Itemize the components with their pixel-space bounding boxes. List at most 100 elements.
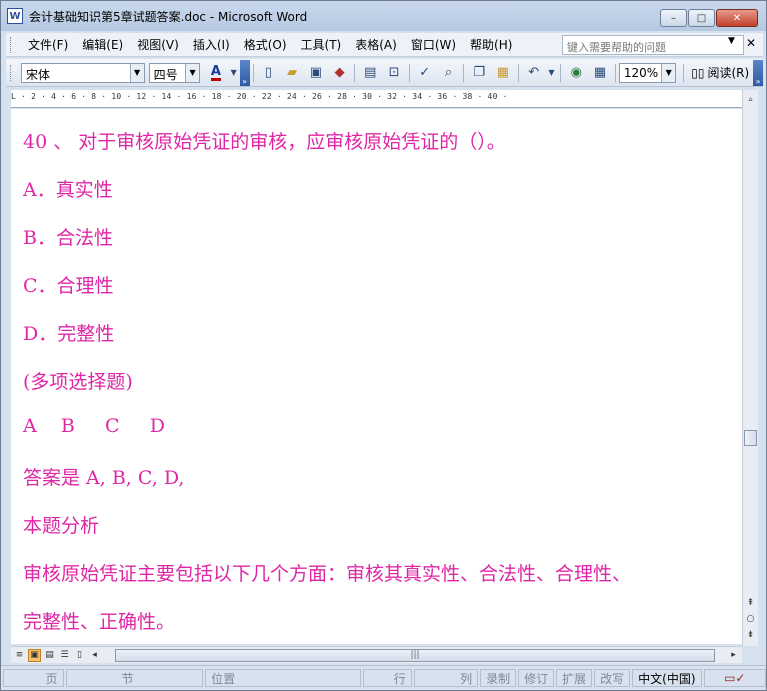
document-page[interactable]: 40 、 对于审核原始凭证的审核，应审核原始凭证的（）。 A．真实性 B．合法性… bbox=[11, 109, 742, 644]
normal-view-icon[interactable]: ≡ bbox=[13, 649, 26, 662]
status-overtype[interactable]: 改写 bbox=[594, 669, 631, 687]
browse-object-icon[interactable]: ○ bbox=[743, 612, 758, 626]
zoom-value: 120% bbox=[623, 65, 659, 80]
help-dropdown-icon[interactable]: ▼ bbox=[728, 36, 735, 46]
toolbar-separator bbox=[614, 63, 616, 82]
option-b: B．合法性 bbox=[23, 227, 113, 249]
font-name-value: 宋体 bbox=[25, 67, 50, 82]
close-document-button[interactable]: ✕ bbox=[746, 36, 756, 50]
minimize-button[interactable]: – bbox=[660, 9, 687, 27]
toolbar-separator bbox=[252, 63, 254, 82]
undo-dropdown-icon[interactable]: ▼ bbox=[547, 62, 557, 84]
menu-bar: 文件(F) 编辑(E) 视图(V) 插入(I) 格式(O) 工具(T) 表格(A… bbox=[6, 33, 763, 57]
status-language[interactable]: 中文(中国) bbox=[632, 669, 702, 687]
toolbar-separator bbox=[683, 63, 685, 82]
ruler-ticks: L · 2 · 4 · 6 · 8 · 10 · 12 · 14 · 16 · … bbox=[11, 92, 508, 101]
horizontal-scroll-thumb[interactable]: ||| bbox=[115, 648, 715, 662]
vertical-scroll-thumb[interactable] bbox=[744, 430, 757, 446]
font-color-button[interactable]: A bbox=[205, 62, 227, 84]
analysis-heading: 本题分析 bbox=[23, 515, 100, 537]
option-a: A．真实性 bbox=[23, 179, 113, 201]
ruler-toggle-icon[interactable]: ▵ bbox=[743, 90, 758, 106]
paste-icon[interactable]: ▦ bbox=[492, 62, 514, 84]
status-position: 位置 bbox=[205, 669, 361, 687]
toolbar-separator bbox=[560, 63, 562, 82]
menu-tools[interactable]: 工具(T) bbox=[294, 34, 349, 55]
maximize-button[interactable]: □ bbox=[688, 9, 715, 27]
title-bar: W 会计基础知识第5章试题答案.doc - Microsoft Word – □… bbox=[1, 1, 766, 31]
horizontal-scrollbar[interactable]: ||| bbox=[107, 648, 725, 663]
chevron-down-icon[interactable]: ▼ bbox=[661, 63, 676, 82]
answer-line: 答案是 A, B, C, D, bbox=[23, 467, 185, 489]
undo-icon[interactable]: ↶ bbox=[523, 62, 545, 84]
chevron-down-icon[interactable]: ▼ bbox=[185, 63, 200, 82]
option-d: D．完整性 bbox=[23, 323, 115, 345]
status-page: 页 bbox=[3, 669, 64, 687]
menu-window[interactable]: 窗口(W) bbox=[404, 34, 463, 55]
save-icon[interactable]: ▣ bbox=[305, 62, 327, 84]
scroll-right-icon[interactable]: ▸ bbox=[727, 649, 740, 662]
scroll-grip-icon: ||| bbox=[410, 650, 420, 660]
font-size-select[interactable]: 四号 ▼ bbox=[148, 62, 201, 83]
read-mode-button[interactable]: ▯▯ 阅读(R) bbox=[687, 64, 753, 81]
toolbar-separator bbox=[517, 63, 519, 82]
zoom-select[interactable]: 120% ▼ bbox=[618, 62, 677, 83]
spelling-icon[interactable]: ✓ bbox=[414, 62, 436, 84]
font-name-select[interactable]: 宋体 ▼ bbox=[20, 62, 145, 83]
menu-edit[interactable]: 编辑(E) bbox=[75, 34, 130, 55]
print-icon[interactable]: ▤ bbox=[359, 62, 381, 84]
next-page-icon[interactable]: ⇟ bbox=[743, 628, 758, 642]
web-layout-view-icon[interactable]: ▣ bbox=[28, 648, 41, 662]
analysis-text-line-2: 完整性、正确性。 bbox=[23, 611, 176, 633]
toolbar-overflow-icon[interactable]: » bbox=[753, 59, 764, 86]
status-record[interactable]: 录制 bbox=[480, 669, 517, 687]
font-color-dropdown-icon[interactable]: ▼ bbox=[229, 62, 239, 84]
status-bar: 页 节 位置 行 列 录制 修订 扩展 改写 中文(中国) ▭✓ bbox=[1, 665, 766, 690]
menu-file[interactable]: 文件(F) bbox=[21, 34, 75, 55]
spelling-status-icon[interactable]: ▭✓ bbox=[703, 669, 766, 687]
question-text: 40 、 对于审核原始凭证的审核，应审核原始凭证的（）。 bbox=[23, 131, 506, 153]
read-mode-label: 阅读(R) bbox=[707, 66, 750, 80]
toolbar-separator bbox=[463, 63, 465, 82]
menu-format[interactable]: 格式(O) bbox=[237, 34, 294, 55]
status-track-changes[interactable]: 修订 bbox=[518, 669, 555, 687]
book-icon: ▯▯ bbox=[691, 65, 705, 80]
chevron-down-icon[interactable]: ▼ bbox=[129, 63, 144, 82]
toolbar-overflow-icon[interactable]: » bbox=[239, 59, 250, 86]
reading-view-icon[interactable]: ▯ bbox=[73, 649, 86, 662]
menu-help[interactable]: 帮助(H) bbox=[463, 34, 519, 55]
previous-page-icon[interactable]: ⇞ bbox=[743, 596, 758, 610]
toolbar-grip[interactable] bbox=[10, 64, 13, 81]
toolbar-separator bbox=[354, 63, 356, 82]
font-size-value: 四号 bbox=[153, 67, 178, 82]
window-title: 会计基础知识第5章试题答案.doc - Microsoft Word bbox=[29, 9, 308, 24]
permission-icon[interactable]: ◆ bbox=[329, 62, 351, 84]
status-line: 行 bbox=[362, 669, 412, 687]
menu-grip[interactable] bbox=[10, 36, 13, 53]
print-layout-view-icon[interactable]: ▤ bbox=[43, 649, 56, 662]
new-document-icon[interactable]: ▯ bbox=[258, 62, 280, 84]
research-icon[interactable]: ⌕ bbox=[438, 62, 460, 84]
outline-view-icon[interactable]: ☰ bbox=[58, 649, 71, 662]
vertical-scrollbar[interactable]: ▵ ⇞ ○ ⇟ bbox=[742, 90, 758, 646]
window-controls: – □ ✕ bbox=[659, 9, 758, 27]
status-extend[interactable]: 扩展 bbox=[556, 669, 593, 687]
hyperlink-icon[interactable]: ◉ bbox=[565, 62, 587, 84]
close-button[interactable]: ✕ bbox=[716, 9, 758, 27]
open-folder-icon[interactable]: ▰ bbox=[281, 62, 303, 84]
print-preview-icon[interactable]: ⊡ bbox=[383, 62, 405, 84]
analysis-text-line-1: 审核原始凭证主要包括以下几个方面：审核其真实性、合法性、合理性、 bbox=[23, 563, 632, 585]
copy-icon[interactable]: ❐ bbox=[468, 62, 490, 84]
status-section: 节 bbox=[65, 669, 204, 687]
menu-insert[interactable]: 插入(I) bbox=[186, 34, 237, 55]
option-c: C．合理性 bbox=[23, 275, 114, 297]
menu-table[interactable]: 表格(A) bbox=[348, 34, 404, 55]
scroll-left-icon[interactable]: ◂ bbox=[88, 649, 101, 662]
table-icon[interactable]: ▦ bbox=[589, 62, 611, 84]
answer-letters: A B C D bbox=[23, 415, 166, 437]
horizontal-ruler[interactable]: L · 2 · 4 · 6 · 8 · 10 · 12 · 14 · 16 · … bbox=[11, 90, 742, 108]
help-search-input[interactable]: 键入需要帮助的问题 bbox=[562, 35, 744, 55]
menu-view[interactable]: 视图(V) bbox=[130, 34, 186, 55]
word-app-icon[interactable]: W bbox=[7, 8, 23, 24]
font-color-icon: A bbox=[210, 63, 221, 81]
